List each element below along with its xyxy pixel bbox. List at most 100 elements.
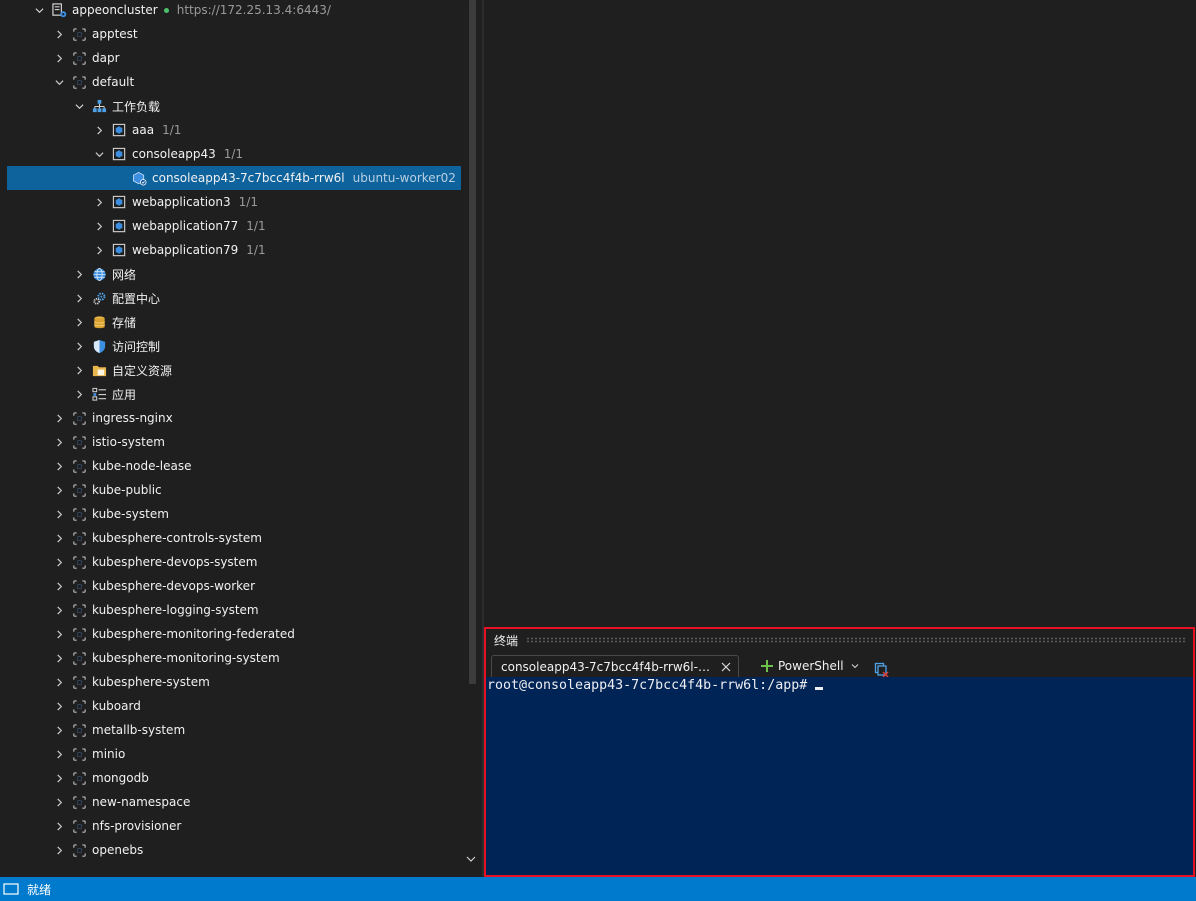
- chevron-right-icon[interactable]: [53, 550, 65, 574]
- tree-group[interactable]: 存储: [7, 310, 461, 334]
- namespace-icon: [71, 698, 87, 714]
- tree-workloads[interactable]: 工作负载: [7, 94, 461, 118]
- chevron-right-icon[interactable]: [53, 742, 65, 766]
- tree-namespace[interactable]: kubesphere-monitoring-system: [7, 646, 461, 670]
- tree-namespace[interactable]: dapr: [7, 46, 461, 70]
- tree-deployment[interactable]: webapplication79 1/1: [7, 238, 461, 262]
- terminal-tab[interactable]: consoleapp43-7c7bcc4f4b-rrw6l-conso...: [491, 655, 739, 677]
- tree-namespace[interactable]: kuboard: [7, 694, 461, 718]
- chevron-right-icon[interactable]: [73, 286, 85, 310]
- chevron-right-icon[interactable]: [73, 358, 85, 382]
- chevron-right-icon[interactable]: [53, 838, 65, 862]
- chevron-right-icon[interactable]: [93, 118, 105, 142]
- tree-item-label: mongodb: [92, 771, 149, 785]
- tree-namespace[interactable]: new-namespace: [7, 790, 461, 814]
- tree-namespace-default[interactable]: default: [7, 70, 461, 94]
- chevron-right-icon[interactable]: [93, 190, 105, 214]
- tree-item-label: new-namespace: [92, 795, 191, 809]
- tree-namespace[interactable]: kubesphere-devops-system: [7, 550, 461, 574]
- tree-item-label: kubesphere-controls-system: [92, 531, 262, 545]
- chevron-down-icon[interactable]: [93, 142, 105, 166]
- tree-namespace[interactable]: kubesphere-system: [7, 670, 461, 694]
- tree-namespace[interactable]: mongodb: [7, 766, 461, 790]
- tree-item-label: kube-system: [92, 507, 169, 521]
- chevron-right-icon[interactable]: [53, 526, 65, 550]
- namespace-icon: [71, 506, 87, 522]
- chevron-right-icon[interactable]: [53, 598, 65, 622]
- workloads-icon: [91, 98, 107, 114]
- chevron-right-icon[interactable]: [53, 478, 65, 502]
- new-terminal-button[interactable]: PowerShell: [759, 655, 861, 677]
- tree-namespace[interactable]: minio: [7, 742, 461, 766]
- chevron-right-icon[interactable]: [93, 214, 105, 238]
- tree-deployment[interactable]: webapplication3 1/1: [7, 190, 461, 214]
- scroll-down-arrow-icon[interactable]: [464, 852, 478, 866]
- tree-deployment[interactable]: consoleapp43 1/1: [7, 142, 461, 166]
- database-icon: [91, 314, 107, 330]
- tree-group[interactable]: 自定义资源: [7, 358, 461, 382]
- tree-namespace[interactable]: kubesphere-monitoring-federated: [7, 622, 461, 646]
- tree-group[interactable]: 访问控制: [7, 334, 461, 358]
- globe-icon: [91, 266, 107, 282]
- chevron-right-icon[interactable]: [53, 22, 65, 46]
- tree-cluster-appeoncluster[interactable]: appeoncluster https://172.25.13.4:6443/: [7, 0, 461, 22]
- terminal-tab-bar: consoleapp43-7c7bcc4f4b-rrw6l-conso... P…: [486, 653, 1193, 677]
- chevron-right-icon[interactable]: [53, 430, 65, 454]
- namespace-icon: [71, 722, 87, 738]
- explorer-scrollbar-thumb[interactable]: [469, 0, 476, 684]
- chevron-right-icon[interactable]: [53, 694, 65, 718]
- tree-namespace[interactable]: nfs-provisioner: [7, 814, 461, 838]
- chevron-right-icon[interactable]: [53, 814, 65, 838]
- chevron-down-icon[interactable]: [53, 70, 65, 94]
- deployment-icon: [111, 122, 127, 138]
- chevron-right-icon[interactable]: [53, 646, 65, 670]
- chevron-right-icon[interactable]: [73, 382, 85, 406]
- chevron-down-icon[interactable]: [33, 0, 45, 22]
- tree-namespace[interactable]: kube-system: [7, 502, 461, 526]
- chevron-right-icon[interactable]: [53, 790, 65, 814]
- tree-group[interactable]: 网络: [7, 262, 461, 286]
- chevron-down-icon[interactable]: [851, 662, 861, 670]
- chevron-down-icon[interactable]: [73, 94, 85, 118]
- chevron-right-icon[interactable]: [53, 622, 65, 646]
- replica-count: 1/1: [246, 219, 266, 233]
- namespace-icon: [71, 674, 87, 690]
- tree-namespace[interactable]: kube-node-lease: [7, 454, 461, 478]
- chevron-right-icon[interactable]: [73, 334, 85, 358]
- tree-group[interactable]: 配置中心: [7, 286, 461, 310]
- tree-namespace[interactable]: kubesphere-devops-worker: [7, 574, 461, 598]
- tree-namespace[interactable]: istio-system: [7, 430, 461, 454]
- kill-terminal-icon[interactable]: [874, 661, 890, 677]
- chevron-right-icon[interactable]: [53, 502, 65, 526]
- chevron-right-icon[interactable]: [53, 766, 65, 790]
- chevron-right-icon[interactable]: [73, 310, 85, 334]
- tree-namespace[interactable]: kube-public: [7, 478, 461, 502]
- chevron-right-icon[interactable]: [53, 406, 65, 430]
- tree-namespace[interactable]: openebs: [7, 838, 461, 862]
- replica-count: 1/1: [238, 195, 258, 209]
- tree-deployment[interactable]: aaa 1/1: [7, 118, 461, 142]
- tree-namespace[interactable]: kubesphere-controls-system: [7, 526, 461, 550]
- tree-namespace[interactable]: kubesphere-logging-system: [7, 598, 461, 622]
- chevron-right-icon[interactable]: [93, 238, 105, 262]
- tree-item-label: kube-node-lease: [92, 459, 192, 473]
- tree-namespace[interactable]: ingress-nginx: [7, 406, 461, 430]
- chevron-right-icon[interactable]: [53, 46, 65, 70]
- chevron-right-icon[interactable]: [73, 262, 85, 286]
- tree-pod[interactable]: consoleapp43-7c7bcc4f4b-rrw6l ubuntu-work…: [7, 166, 461, 190]
- chevron-right-icon[interactable]: [53, 454, 65, 478]
- terminal-output[interactable]: root@consoleapp43-7c7bcc4f4b-rrw6l:/app#: [486, 677, 1193, 875]
- chevron-right-icon[interactable]: [53, 574, 65, 598]
- chevron-right-icon[interactable]: [53, 718, 65, 742]
- close-icon[interactable]: [719, 660, 733, 674]
- tree-deployment[interactable]: webapplication77 1/1: [7, 214, 461, 238]
- chevron-right-icon[interactable]: [53, 670, 65, 694]
- tree-namespace[interactable]: metallb-system: [7, 718, 461, 742]
- namespace-icon: [71, 554, 87, 570]
- terminal-prompt-line: root@consoleapp43-7c7bcc4f4b-rrw6l:/app#: [487, 678, 824, 693]
- terminal-panel-header[interactable]: 终端: [486, 629, 1193, 651]
- tree-item-label: metallb-system: [92, 723, 186, 737]
- tree-namespace[interactable]: apptest: [7, 22, 461, 46]
- panel-drag-grip[interactable]: [526, 637, 1187, 643]
- tree-group[interactable]: 应用: [7, 382, 461, 406]
